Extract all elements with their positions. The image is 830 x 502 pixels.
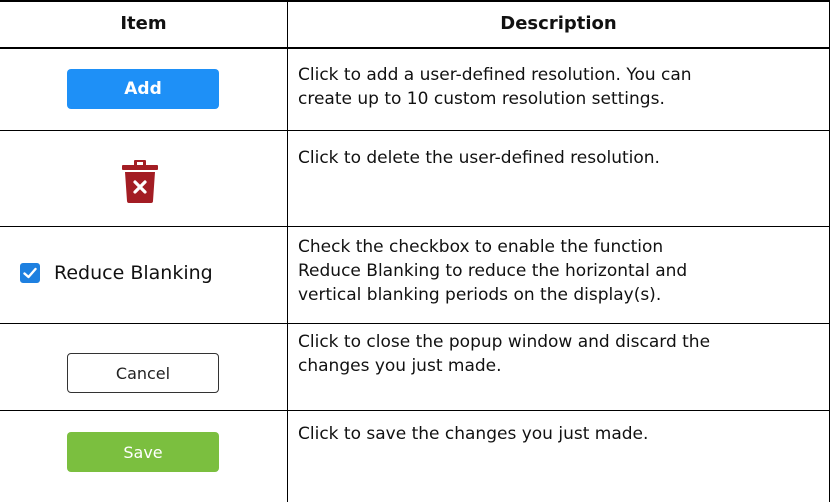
save-description: Click to save the changes you just made.	[298, 422, 818, 446]
row-divider	[0, 410, 830, 411]
add-description: Click to add a user-defined resolution. …	[298, 63, 818, 111]
column-divider	[287, 0, 288, 502]
cancel-button[interactable]: Cancel	[67, 353, 219, 393]
trash-icon[interactable]	[120, 159, 160, 203]
save-button[interactable]: Save	[67, 432, 219, 472]
header-description: Description	[500, 13, 617, 34]
delete-description: Click to delete the user-defined resolut…	[298, 146, 818, 170]
description-line: Reduce Blanking to reduce the horizontal…	[298, 261, 688, 281]
row-divider	[0, 323, 830, 324]
description-line: changes you just made.	[298, 356, 502, 376]
header-bottom-border	[0, 47, 830, 49]
description-line: Click to close the popup window and disc…	[298, 332, 711, 352]
reduce-blanking-description: Check the checkbox to enable the functio…	[298, 235, 818, 307]
description-line: Click to add a user-defined resolution. …	[298, 65, 692, 85]
description-line: Click to delete the user-defined resolut…	[298, 148, 660, 168]
item-description-table: Item Description Add Click to add a user…	[0, 0, 830, 502]
header-item: Item	[120, 13, 167, 34]
description-line: vertical blanking periods on the display…	[298, 285, 662, 305]
row-divider	[0, 130, 830, 131]
table-top-border	[0, 0, 830, 2]
checkbox-label: Reduce Blanking	[54, 262, 213, 284]
description-line: create up to 10 custom resolution settin…	[298, 89, 665, 109]
description-line: Click to save the changes you just made.	[298, 424, 649, 444]
description-line: Check the checkbox to enable the functio…	[298, 237, 664, 257]
add-button[interactable]: Add	[67, 69, 219, 109]
checkbox-checked-icon[interactable]	[20, 263, 40, 283]
reduce-blanking-checkbox[interactable]: Reduce Blanking	[20, 259, 213, 287]
cancel-description: Click to close the popup window and disc…	[298, 330, 818, 378]
row-divider	[0, 226, 830, 227]
